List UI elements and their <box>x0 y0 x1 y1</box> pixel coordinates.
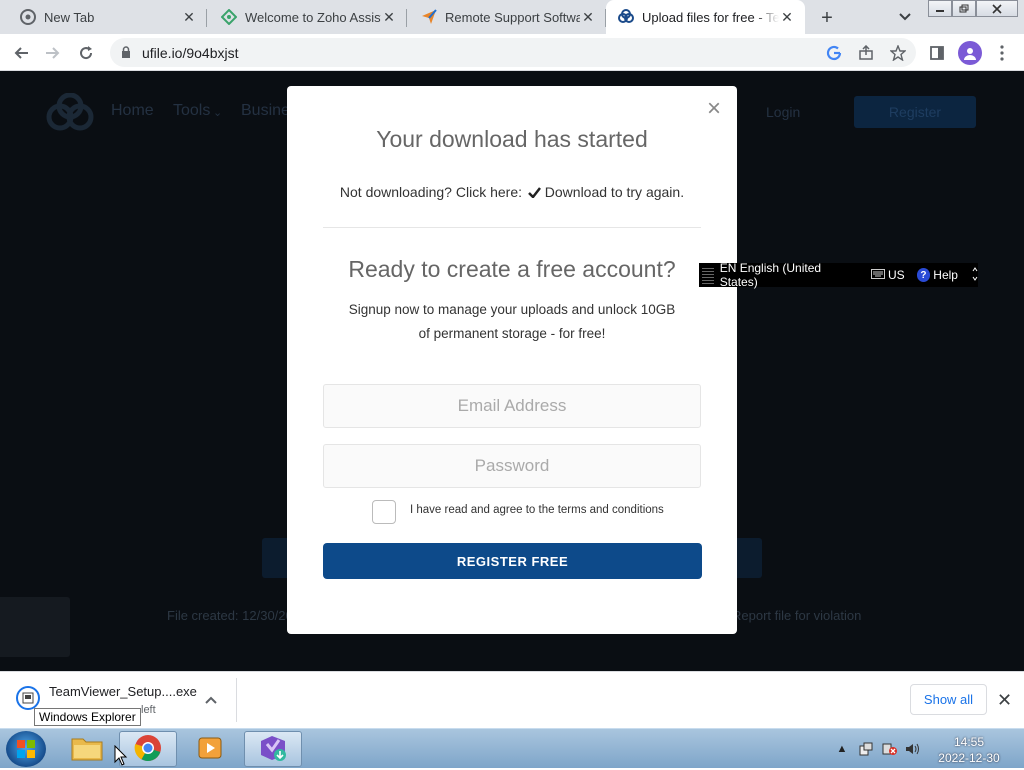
folder-icon <box>71 735 103 764</box>
share-icon[interactable] <box>856 43 876 63</box>
ufile-logo-icon <box>46 92 94 136</box>
chrome-app-icon <box>134 734 162 765</box>
show-all-button[interactable]: Show all <box>910 684 987 715</box>
bookmark-star-icon[interactable] <box>888 43 908 63</box>
register-free-button[interactable]: REGISTER FREE <box>323 543 702 579</box>
remote-support-icon <box>421 9 437 25</box>
network-disconnected-icon[interactable] <box>882 741 898 757</box>
account-description: Signup now to manage your uploads and un… <box>348 302 676 341</box>
not-downloading-line: Not downloading? Click here: Download to… <box>287 184 737 200</box>
download-shelf: TeamViewer_Setup....exe left Show all ✕ <box>0 671 1024 728</box>
tab-close-icon[interactable]: ✕ <box>381 9 397 25</box>
checkmark-icon <box>526 184 541 200</box>
terms-checkbox[interactable] <box>372 500 396 524</box>
language-selector[interactable]: EN English (United States) <box>720 261 859 289</box>
profile-avatar[interactable] <box>958 41 982 65</box>
volume-icon[interactable] <box>905 741 921 757</box>
nav-login[interactable]: Login <box>766 104 800 120</box>
nav-home[interactable]: Home <box>111 102 154 120</box>
tab-ufile-active[interactable]: Upload files for free - TeamViewer ✕ <box>606 0 805 34</box>
modal-divider <box>323 227 701 228</box>
address-bar[interactable]: ufile.io/9o4bxjst <box>110 38 916 67</box>
language-bar: EN English (United States) US ? Help <box>699 261 978 289</box>
system-clock[interactable]: 14:55 2022-12-30 <box>930 734 1008 766</box>
lock-icon[interactable] <box>121 46 131 61</box>
download-shelf-close-icon[interactable]: ✕ <box>997 690 1012 711</box>
taskbar-explorer[interactable] <box>58 731 116 767</box>
keyboard-icon <box>870 268 885 282</box>
email-field[interactable]: Email Address <box>323 384 701 428</box>
download-separator <box>236 678 237 722</box>
terms-label: I have read and agree to the terms and c… <box>410 504 664 516</box>
forward-button[interactable] <box>40 40 66 66</box>
nav-tools[interactable]: Tools <box>173 102 210 120</box>
side-panel-icon[interactable] <box>926 42 948 64</box>
not-downloading-text: Not downloading? Click here: <box>339 184 522 200</box>
tab-title: New Tab <box>44 9 95 25</box>
recaptcha-badge <box>0 597 70 657</box>
download-modal: × Your download has started Not download… <box>287 86 737 634</box>
password-field[interactable]: Password <box>323 444 701 488</box>
tab-strip: New Tab ✕ Welcome to Zoho Assist! ✕ Remo… <box>0 0 1024 34</box>
tab-close-icon[interactable]: ✕ <box>779 9 795 25</box>
download-options-chevron-icon[interactable] <box>205 692 217 707</box>
windows-explorer-tooltip: Windows Explorer <box>34 708 141 726</box>
browser-toolbar: ufile.io/9o4bxjst <box>0 34 1024 71</box>
modal-title: Your download has started <box>376 126 648 152</box>
language-bar-options-icon[interactable] <box>972 266 978 284</box>
download-filename[interactable]: TeamViewer_Setup....exe <box>49 684 197 699</box>
back-button[interactable] <box>8 40 34 66</box>
window-close-button[interactable] <box>976 0 1018 17</box>
tab-title: Welcome to Zoho Assist! <box>245 9 381 25</box>
zoho-assist-icon <box>221 9 237 25</box>
visual-studio-installer-icon <box>258 733 288 766</box>
tab-search-chevron-icon[interactable] <box>896 8 914 26</box>
download-file-icon[interactable] <box>16 686 40 710</box>
tab-close-icon[interactable]: ✕ <box>181 9 197 25</box>
mouse-pointer-icon <box>114 744 128 770</box>
taskbar-media-player[interactable] <box>181 731 239 767</box>
url-text[interactable]: ufile.io/9o4bxjst <box>142 45 239 61</box>
taskbar-visual-studio-installer[interactable] <box>244 731 302 767</box>
modal-close-icon[interactable]: × <box>705 97 723 121</box>
tab-title: Remote Support Software <box>445 9 580 25</box>
action-center-icon[interactable] <box>858 741 874 757</box>
file-created-text: File created: 12/30/20 <box>167 608 293 623</box>
keyboard-layout[interactable]: US <box>888 268 905 282</box>
minimize-button[interactable] <box>928 0 952 17</box>
report-file-link[interactable]: Report file for violation <box>732 608 861 623</box>
tab-zoho-assist[interactable]: Welcome to Zoho Assist! ✕ <box>207 0 407 34</box>
nav-register-button[interactable]: Register <box>854 96 976 128</box>
chrome-icon <box>20 9 36 25</box>
tab-new-tab[interactable]: New Tab ✕ <box>0 0 207 34</box>
clock-time: 14:55 <box>953 735 985 749</box>
media-player-icon <box>197 735 223 764</box>
ufile-icon <box>618 9 634 25</box>
tab-close-icon[interactable]: ✕ <box>580 9 596 25</box>
tab-title: Upload files for free - TeamViewer <box>642 9 779 25</box>
google-translate-icon[interactable] <box>824 43 844 63</box>
start-button[interactable] <box>6 731 46 767</box>
account-title: Ready to create a free account? <box>348 256 676 282</box>
tab-remote-support[interactable]: Remote Support Software ✕ <box>407 0 606 34</box>
help-icon: ? <box>916 268 931 282</box>
nav-tools-chevron-icon: ⌄ <box>213 107 223 119</box>
download-status: left <box>141 704 156 716</box>
chrome-menu-icon[interactable] <box>991 42 1013 64</box>
restore-button[interactable] <box>952 0 976 17</box>
help-label[interactable]: Help <box>933 268 958 282</box>
show-hidden-icons-icon[interactable]: ▲ <box>834 741 850 757</box>
windows-taskbar: ▲ 14:55 2022-12-30 <box>0 728 1024 768</box>
reload-button[interactable] <box>73 40 99 66</box>
download-again-link[interactable]: Download to try again. <box>545 184 684 200</box>
language-bar-grip[interactable] <box>702 266 714 284</box>
clock-date: 2022-12-30 <box>938 751 1000 765</box>
new-tab-button[interactable]: + <box>816 7 838 29</box>
